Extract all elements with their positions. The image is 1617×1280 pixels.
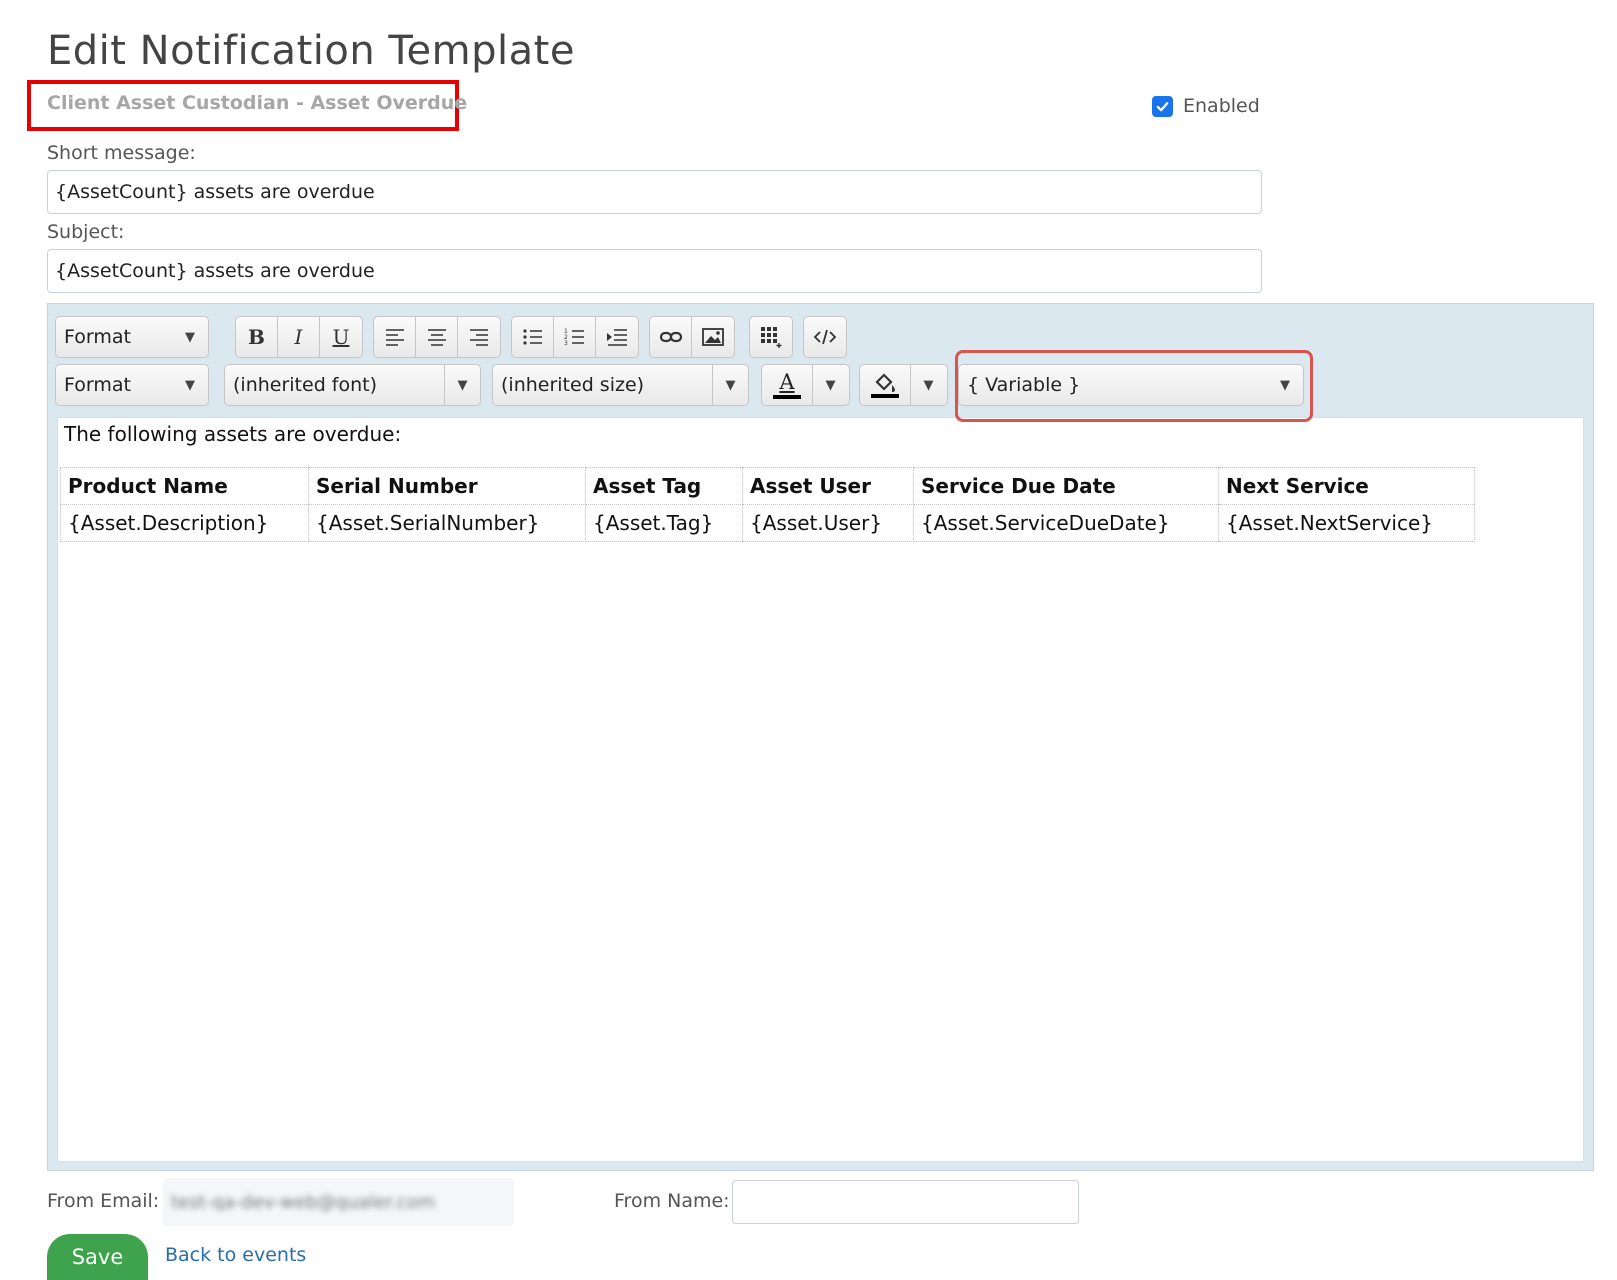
from-name-label: From Name: (614, 1190, 730, 1212)
paint-bucket-glyph (875, 372, 895, 392)
cell-serial-number: {Asset.SerialNumber} (308, 504, 586, 542)
text-color-swatch (773, 394, 801, 399)
numbered-list-button[interactable]: 123 (554, 317, 596, 357)
insert-table-button[interactable] (750, 317, 792, 357)
text-color-icon[interactable]: A (762, 365, 812, 405)
underline-button[interactable]: U (320, 317, 362, 357)
header-product-name: Product Name (60, 467, 309, 505)
template-subtitle: Client Asset Custodian - Asset Overdue (47, 92, 468, 114)
header-asset-user: Asset User (742, 467, 914, 505)
chevron-down-icon: ▼ (444, 365, 480, 405)
cell-next-service: {Asset.NextService} (1218, 504, 1475, 542)
align-right-button[interactable] (458, 317, 500, 357)
background-color-button[interactable]: ▼ (859, 364, 948, 406)
paint-bucket-icon[interactable] (860, 365, 910, 405)
from-email-label: From Email: (47, 1190, 160, 1212)
list-group: 123 (511, 316, 639, 358)
editor-content[interactable]: The following assets are overdue: Produc… (57, 417, 1584, 1162)
check-icon (1156, 101, 1169, 111)
font-size-dropdown[interactable]: (inherited size) ▼ (492, 364, 749, 406)
image-button[interactable] (692, 317, 734, 357)
enabled-checkbox[interactable] (1152, 95, 1173, 117)
table-row: {Asset.Description} {Asset.SerialNumber}… (60, 504, 1475, 542)
svg-text:3: 3 (564, 340, 568, 347)
from-email-field[interactable]: test-qa-dev-web@qualer.com (163, 1178, 514, 1226)
short-message-input[interactable]: {AssetCount} assets are overdue (47, 170, 1262, 214)
format-dropdown-2[interactable]: Format ▼ (55, 364, 209, 406)
variable-highlight-box (955, 350, 1313, 422)
bold-button[interactable]: B (236, 317, 278, 357)
enabled-label: Enabled (1183, 95, 1260, 117)
page-title: Edit Notification Template (47, 28, 575, 74)
header-serial-number: Serial Number (308, 467, 586, 505)
header-service-due-date: Service Due Date (913, 467, 1219, 505)
font-family-dropdown[interactable]: (inherited font) ▼ (224, 364, 481, 406)
subject-label: Subject: (47, 221, 125, 243)
chevron-down-icon: ▼ (812, 365, 848, 405)
back-to-events-link[interactable]: Back to events (165, 1244, 306, 1266)
format-dropdown-1-label: Format (64, 326, 131, 348)
align-right-icon (470, 329, 488, 346)
chevron-down-icon: ▼ (185, 377, 195, 393)
align-center-button[interactable] (416, 317, 458, 357)
bullet-list-button[interactable] (512, 317, 554, 357)
font-size-label: (inherited size) (501, 374, 645, 396)
indent-button[interactable] (596, 317, 638, 357)
align-left-button[interactable] (374, 317, 416, 357)
link-icon (659, 331, 682, 343)
background-color-swatch (871, 393, 899, 398)
cell-user: {Asset.User} (742, 504, 914, 542)
align-center-icon (427, 329, 446, 346)
align-left-icon (385, 329, 404, 346)
source-code-button[interactable] (804, 317, 846, 357)
text-style-group: B I U (235, 316, 363, 358)
italic-button[interactable]: I (278, 317, 320, 357)
indent-icon (607, 329, 627, 346)
enabled-toggle[interactable]: Enabled (1152, 95, 1260, 117)
alignment-group (373, 316, 501, 358)
cell-description: {Asset.Description} (60, 504, 309, 542)
from-email-value: test-qa-dev-web@qualer.com (171, 1191, 436, 1213)
chevron-down-icon: ▼ (185, 329, 195, 345)
chevron-down-icon: ▼ (910, 365, 946, 405)
insert-group (649, 316, 735, 358)
format-dropdown-2-label: Format (64, 374, 131, 396)
code-icon (813, 329, 837, 345)
header-asset-tag: Asset Tag (585, 467, 743, 505)
table-group (749, 316, 793, 358)
image-icon (702, 328, 724, 346)
bullet-list-icon (522, 329, 542, 345)
rich-text-editor: Format ▼ B I U 123 Format ▼ (inherited f… (47, 303, 1594, 1171)
format-dropdown-1[interactable]: Format ▼ (55, 316, 209, 358)
link-button[interactable] (650, 317, 692, 357)
text-color-button[interactable]: A ▼ (761, 364, 850, 406)
from-name-input[interactable] (732, 1180, 1079, 1224)
cell-tag: {Asset.Tag} (585, 504, 743, 542)
font-family-label: (inherited font) (233, 374, 378, 396)
table-grid-icon (761, 327, 782, 348)
table-header-row: Product Name Serial Number Asset Tag Ass… (60, 467, 1475, 505)
chevron-down-icon: ▼ (712, 365, 748, 405)
subject-input[interactable]: {AssetCount} assets are overdue (47, 249, 1262, 293)
asset-table: Product Name Serial Number Asset Tag Ass… (60, 467, 1475, 542)
short-message-label: Short message: (47, 142, 196, 164)
intro-text: The following assets are overdue: (64, 422, 402, 446)
source-group (803, 316, 847, 358)
header-next-service: Next Service (1218, 467, 1475, 505)
numbered-list-icon: 123 (564, 328, 584, 347)
cell-service-due-date: {Asset.ServiceDueDate} (913, 504, 1219, 542)
save-button[interactable]: Save (47, 1234, 148, 1280)
